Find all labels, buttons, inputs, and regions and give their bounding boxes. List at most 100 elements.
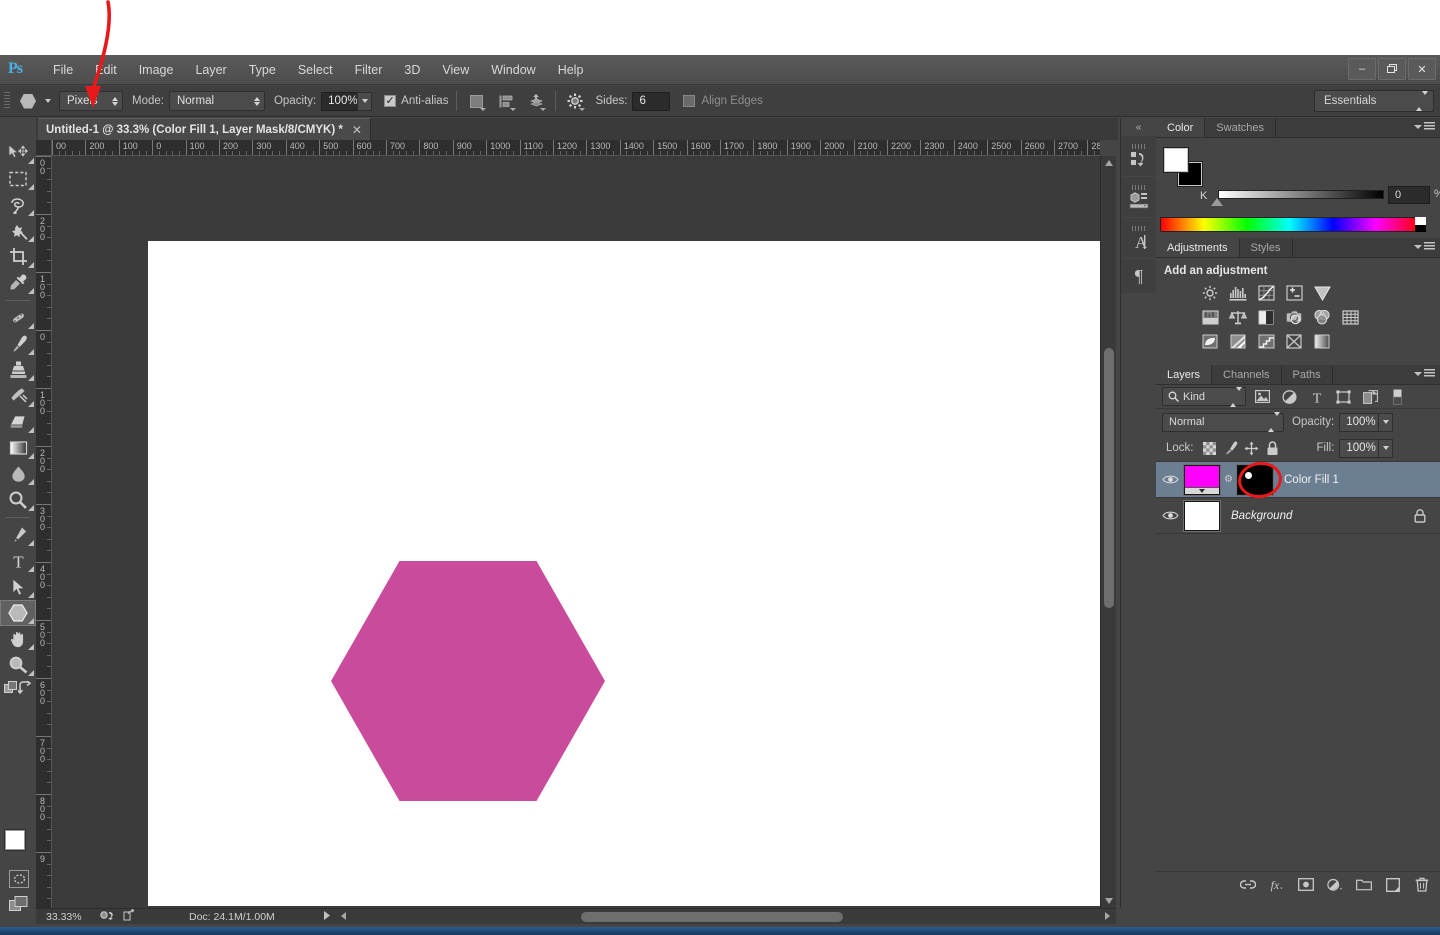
opacity-input[interactable]: 100% — [321, 91, 359, 111]
hand-tool[interactable] — [0, 626, 36, 652]
hue-saturation-icon[interactable] — [1200, 308, 1220, 326]
delete-layer-icon[interactable] — [1414, 877, 1430, 893]
anti-alias-checkbox[interactable]: ✓ — [384, 95, 397, 107]
layer-filter-kind-dropdown[interactable]: Kind — [1162, 386, 1246, 407]
geometry-options-gear-icon[interactable] — [564, 90, 586, 112]
magic-wand-tool[interactable] — [0, 218, 36, 244]
options-bar-grip[interactable] — [4, 92, 10, 110]
layer-name[interactable]: Color Fill 1 — [1284, 474, 1339, 486]
ruler-corner[interactable] — [36, 140, 52, 156]
scroll-up-icon[interactable] — [1101, 156, 1117, 170]
layers-panel-menu-icon[interactable] — [1414, 369, 1435, 378]
vertical-scroll-thumb[interactable] — [1104, 348, 1114, 608]
hscroll-right-icon[interactable] — [1104, 911, 1110, 923]
exposure-icon[interactable] — [1284, 284, 1304, 302]
swap-colors-icon[interactable] — [16, 680, 32, 699]
collapse-panels-icon[interactable]: « — [1121, 118, 1156, 136]
layer-opacity-input[interactable]: 100% — [1339, 412, 1380, 432]
k-channel-slider[interactable] — [1218, 190, 1384, 199]
menu-item-help[interactable]: Help — [547, 55, 595, 85]
lock-image-icon[interactable] — [1220, 439, 1241, 458]
type-filter-icon[interactable]: T — [1306, 387, 1327, 406]
eyedropper-tool[interactable] — [0, 270, 36, 296]
tab-channels[interactable]: Channels — [1212, 365, 1282, 384]
tab-paths[interactable]: Paths — [1282, 365, 1333, 384]
zoom-tool[interactable] — [0, 652, 36, 678]
properties-panel-icon[interactable] — [1121, 177, 1157, 217]
path-selection-tool[interactable] — [0, 574, 36, 600]
menu-item-window[interactable]: Window — [480, 55, 546, 85]
tab-adjustments[interactable]: Adjustments — [1156, 238, 1240, 257]
shape-filter-icon[interactable] — [1333, 387, 1354, 406]
menu-item-filter[interactable]: Filter — [344, 55, 394, 85]
shape-preset-chevron-icon[interactable] — [45, 99, 51, 103]
smartobject-filter-icon[interactable] — [1360, 387, 1381, 406]
align-edges-option[interactable]: ✓ Align Edges — [683, 95, 763, 107]
adjustments-panel-menu-icon[interactable] — [1414, 242, 1435, 251]
lasso-tool[interactable] — [0, 192, 36, 218]
healing-brush-tool[interactable] — [0, 305, 36, 331]
path-operations-icon[interactable] — [465, 90, 487, 112]
posterize-icon[interactable] — [1228, 332, 1248, 350]
type-tool[interactable]: T — [0, 548, 36, 574]
lock-position-icon[interactable] — [1241, 439, 1262, 458]
tab-layers[interactable]: Layers — [1156, 365, 1213, 384]
layer-fill-dropdown-button[interactable] — [1378, 438, 1394, 458]
status-proof-icon[interactable] — [100, 909, 117, 924]
selective-color-icon[interactable] — [1284, 332, 1304, 350]
canvas-area[interactable] — [52, 156, 1100, 908]
blur-tool[interactable] — [0, 461, 36, 487]
invert-icon[interactable] — [1200, 332, 1220, 350]
foreground-color-swatch[interactable] — [5, 830, 25, 850]
layer-mask-thumbnail[interactable] — [1237, 464, 1273, 495]
layer-fill-input[interactable]: 100% — [1339, 438, 1380, 458]
levels-icon[interactable] — [1228, 284, 1248, 302]
shape-tool-preset-icon[interactable] — [16, 90, 40, 112]
spectrum-endpoints[interactable] — [1415, 217, 1426, 232]
menu-item-type[interactable]: Type — [238, 55, 287, 85]
canvas-vertical-scrollbar[interactable] — [1100, 156, 1116, 908]
crop-tool[interactable] — [0, 244, 36, 270]
tab-styles[interactable]: Styles — [1240, 238, 1293, 257]
close-tab-icon[interactable]: ✕ — [352, 123, 362, 137]
color-panel-menu-icon[interactable] — [1414, 122, 1435, 131]
layer-style-icon[interactable]: fx — [1269, 877, 1285, 893]
screen-mode-icon[interactable] — [9, 896, 29, 914]
align-edges-checkbox[interactable]: ✓ — [683, 95, 696, 107]
adjustment-filter-icon[interactable] — [1279, 387, 1300, 406]
history-brush-tool[interactable] — [0, 383, 36, 409]
threshold-icon[interactable] — [1256, 332, 1276, 350]
path-alignment-icon[interactable] — [495, 90, 517, 112]
workspace-selector[interactable]: Essentials — [1314, 90, 1434, 112]
quick-mask-icon[interactable] — [9, 870, 29, 888]
vibrance-icon[interactable] — [1312, 284, 1332, 302]
menu-item-view[interactable]: View — [431, 55, 480, 85]
close-button[interactable]: ✕ — [1408, 58, 1436, 80]
horizontal-scroll-thumb[interactable] — [581, 912, 843, 922]
edit-toolbar-icon[interactable] — [4, 681, 18, 699]
filter-toggle-icon[interactable] — [1387, 387, 1408, 406]
tab-swatches[interactable]: Swatches — [1205, 118, 1276, 137]
layer-mask-icon[interactable] — [1298, 877, 1314, 893]
sides-input[interactable]: 6 — [632, 91, 671, 111]
layer-visibility-icon[interactable] — [1156, 474, 1184, 485]
layer-name[interactable]: Background — [1231, 510, 1292, 522]
status-expand-icon[interactable] — [323, 910, 331, 923]
menu-item-image[interactable]: Image — [128, 55, 185, 85]
status-share-icon[interactable] — [123, 908, 137, 924]
restore-button[interactable] — [1378, 58, 1406, 80]
gradient-map-icon[interactable] — [1312, 332, 1332, 350]
document-canvas[interactable] — [148, 241, 1100, 906]
pen-tool[interactable] — [0, 522, 36, 548]
color-foreground-swatch[interactable] — [1164, 148, 1188, 172]
k-value-input[interactable]: 0 — [1388, 186, 1430, 204]
blend-mode-dropdown[interactable]: Normal — [168, 91, 265, 111]
color-balance-icon[interactable] — [1228, 308, 1248, 326]
color-spectrum-bar[interactable] — [1160, 217, 1420, 232]
layer-opacity-dropdown-button[interactable] — [1378, 412, 1394, 432]
channel-mixer-icon[interactable] — [1312, 308, 1332, 326]
black-white-icon[interactable] — [1256, 308, 1276, 326]
pixel-filter-icon[interactable] — [1252, 387, 1273, 406]
layer-blend-mode-dropdown[interactable]: Normal — [1162, 412, 1284, 432]
polygon-tool[interactable] — [0, 600, 36, 626]
